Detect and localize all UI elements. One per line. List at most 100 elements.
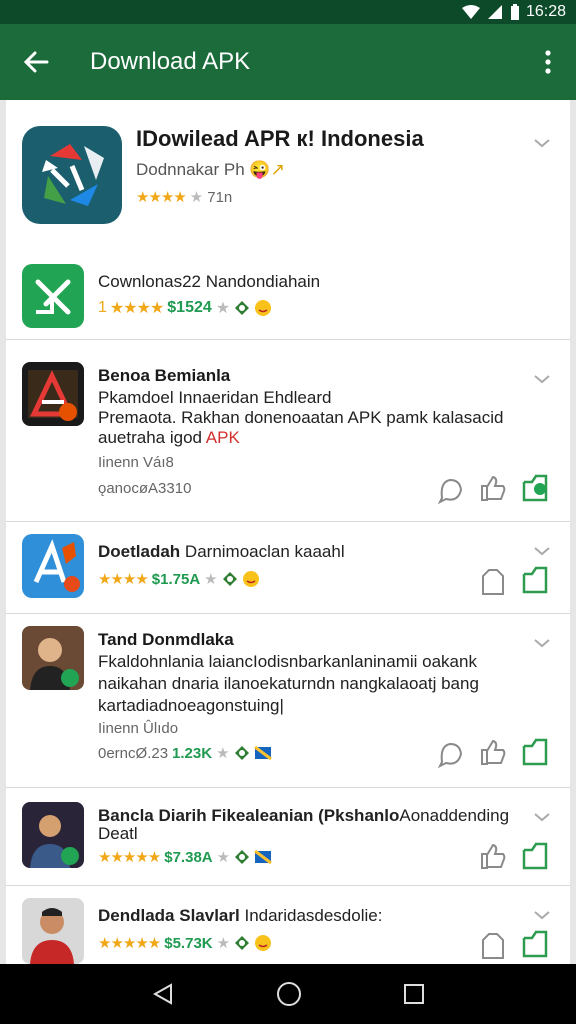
chevron-down-icon[interactable] xyxy=(532,136,552,150)
rating: ★★★★ ★ 71n xyxy=(136,188,233,207)
share-icon[interactable] xyxy=(520,474,550,502)
fox-logo-icon xyxy=(33,539,80,592)
thumb-up-icon[interactable] xyxy=(478,474,508,502)
status-bar: 16:28 xyxy=(0,0,576,24)
download-x-icon xyxy=(35,279,71,315)
system-nav-bar xyxy=(0,964,576,1024)
flag-icon xyxy=(253,745,272,761)
app-icon xyxy=(22,126,122,224)
play-store-badge-icon xyxy=(235,850,250,864)
apk-highlight: APK xyxy=(205,428,240,447)
status-icons xyxy=(461,4,520,20)
list-item[interactable]: Bancla Diarih Fikealeanian (PkshanloAona… xyxy=(6,788,570,886)
title-bold: Bancla Diarih Fikealeanian (Pkshanlo xyxy=(98,806,400,825)
back-button[interactable] xyxy=(0,24,72,100)
chevron-down-icon[interactable] xyxy=(532,810,552,824)
description-line: auetraha igod APK xyxy=(98,428,240,448)
bookmark-icon[interactable] xyxy=(478,568,508,596)
description-line: Pkamdoel Innaeridan Ehdleard xyxy=(98,388,332,407)
share-icon[interactable] xyxy=(520,930,550,958)
signal-icon xyxy=(487,5,502,19)
rating: ★★★★ $1.75A ★ xyxy=(98,570,260,588)
rating: ★★★★★ $5.73K ★ xyxy=(98,934,272,952)
more-options-button[interactable] xyxy=(520,24,576,100)
review-count: 71n xyxy=(207,188,233,206)
chevron-down-icon[interactable] xyxy=(532,544,552,558)
title-bold: Dendlada Slavlarl xyxy=(98,906,240,925)
battery-icon xyxy=(510,4,519,20)
app-icon xyxy=(22,802,84,868)
price: $1524 xyxy=(167,299,212,316)
comment-icon[interactable] xyxy=(436,740,466,768)
app-title: IDowilead APR к! Indonesia xyxy=(136,126,424,151)
price: $7.38A xyxy=(164,848,213,866)
back-arrow-icon xyxy=(23,51,49,73)
chevron-down-icon[interactable] xyxy=(532,372,552,386)
play-store-badge-icon xyxy=(235,936,250,950)
star-outline-icon: ★ xyxy=(216,849,231,866)
play-store-badge-icon xyxy=(235,301,250,315)
star-rating: ★★★★ xyxy=(109,300,164,317)
thumb-up-icon[interactable] xyxy=(478,842,508,870)
nav-home-icon[interactable] xyxy=(276,981,302,1007)
rating-number: 1 xyxy=(98,299,107,316)
list-item[interactable]: Benoa Bemianla Pkamdoel Innaeridan Ehdle… xyxy=(6,350,570,522)
play-store-badge-icon xyxy=(222,572,237,586)
half-star-icon: ★ xyxy=(189,189,204,206)
list-item[interactable]: Doetladah Darnimoaclan kaaahl ★★★★ $1.75… xyxy=(6,522,570,614)
star-rating: ★★★★★ xyxy=(98,849,161,866)
description-line: kartadiadnoeagonstuing| xyxy=(98,696,284,715)
chevron-down-icon[interactable] xyxy=(532,908,552,922)
share-icon[interactable] xyxy=(520,738,550,766)
more-vert-icon xyxy=(545,50,551,74)
app-bar: Download APK xyxy=(0,24,576,100)
rating: 1 ★★★★ $1524 ★ xyxy=(98,298,272,318)
title-rest: Indaridasdesdolie: xyxy=(244,906,383,925)
app-title: Dendlada Slavlarl Indaridasdesdolie: xyxy=(98,906,382,926)
emoji-icon xyxy=(242,571,259,587)
star-outline-icon: ★ xyxy=(204,571,218,588)
app-title: Cownlonas22 Nandondiahain xyxy=(98,272,321,291)
app-icon xyxy=(22,264,84,328)
title-bold: Doetladah xyxy=(98,542,181,561)
emoji-icon xyxy=(255,300,272,316)
app-title: Doetladah Darnimoaclan kaaahl xyxy=(98,542,345,562)
star-outline-icon: ★ xyxy=(216,935,231,952)
description-text: auetraha igod xyxy=(98,428,202,447)
film-logo-icon xyxy=(28,370,78,421)
app-icon xyxy=(22,534,84,598)
meta-text: Iinenn Ûlıdo xyxy=(98,720,179,737)
app-icon xyxy=(22,362,84,426)
star-rating: ★★★★ xyxy=(136,189,187,206)
flag-icon xyxy=(254,849,272,865)
list-item[interactable]: Tand Donmdlaka Fkaldohnlania laiancIodis… xyxy=(6,614,570,788)
person-avatar-icon xyxy=(30,815,79,868)
star-outline-icon: ★ xyxy=(216,745,230,762)
comment-icon[interactable] xyxy=(436,476,466,504)
recycle-logo-icon xyxy=(42,144,104,206)
page-title: Download APK xyxy=(90,48,251,75)
app-subtitle: Dodnnakar Ph 😜↗ xyxy=(136,160,285,180)
star-rating: ★★★★ xyxy=(98,571,149,588)
description-line: Fkaldohnlania laiancIodisnbarkanlaninami… xyxy=(98,652,477,671)
bookmark-icon[interactable] xyxy=(478,932,508,960)
title-rest: Aonaddending xyxy=(399,806,510,825)
list-item[interactable]: IDowilead APR к! Indonesia Dodnnakar Ph … xyxy=(6,100,570,340)
share-icon[interactable] xyxy=(520,842,550,870)
price: $1.75A xyxy=(151,570,201,588)
meta-text: 0erncØ.23 xyxy=(98,744,169,762)
wifi-icon xyxy=(461,5,480,19)
meta-text: Iinenn Váı8 xyxy=(98,454,174,471)
nav-back-icon[interactable] xyxy=(151,982,175,1006)
description-line: naikahan dnaria ilanoekaturndn nangkalao… xyxy=(98,674,479,693)
nav-recents-icon[interactable] xyxy=(403,983,425,1005)
play-store-badge-icon xyxy=(234,746,249,760)
share-icon[interactable] xyxy=(520,566,550,594)
thumb-up-icon[interactable] xyxy=(478,738,508,766)
rating: ★★★★★ $7.38A ★ xyxy=(98,848,272,866)
person-avatar-icon xyxy=(30,638,79,690)
chevron-down-icon[interactable] xyxy=(532,636,552,650)
app-title: Bancla Diarih Fikealeanian (PkshanloAona… xyxy=(98,806,509,826)
list-item[interactable]: Dendlada Slavlarl Indaridasdesdolie: ★★★… xyxy=(6,886,570,964)
status-time: 16:28 xyxy=(525,3,566,20)
